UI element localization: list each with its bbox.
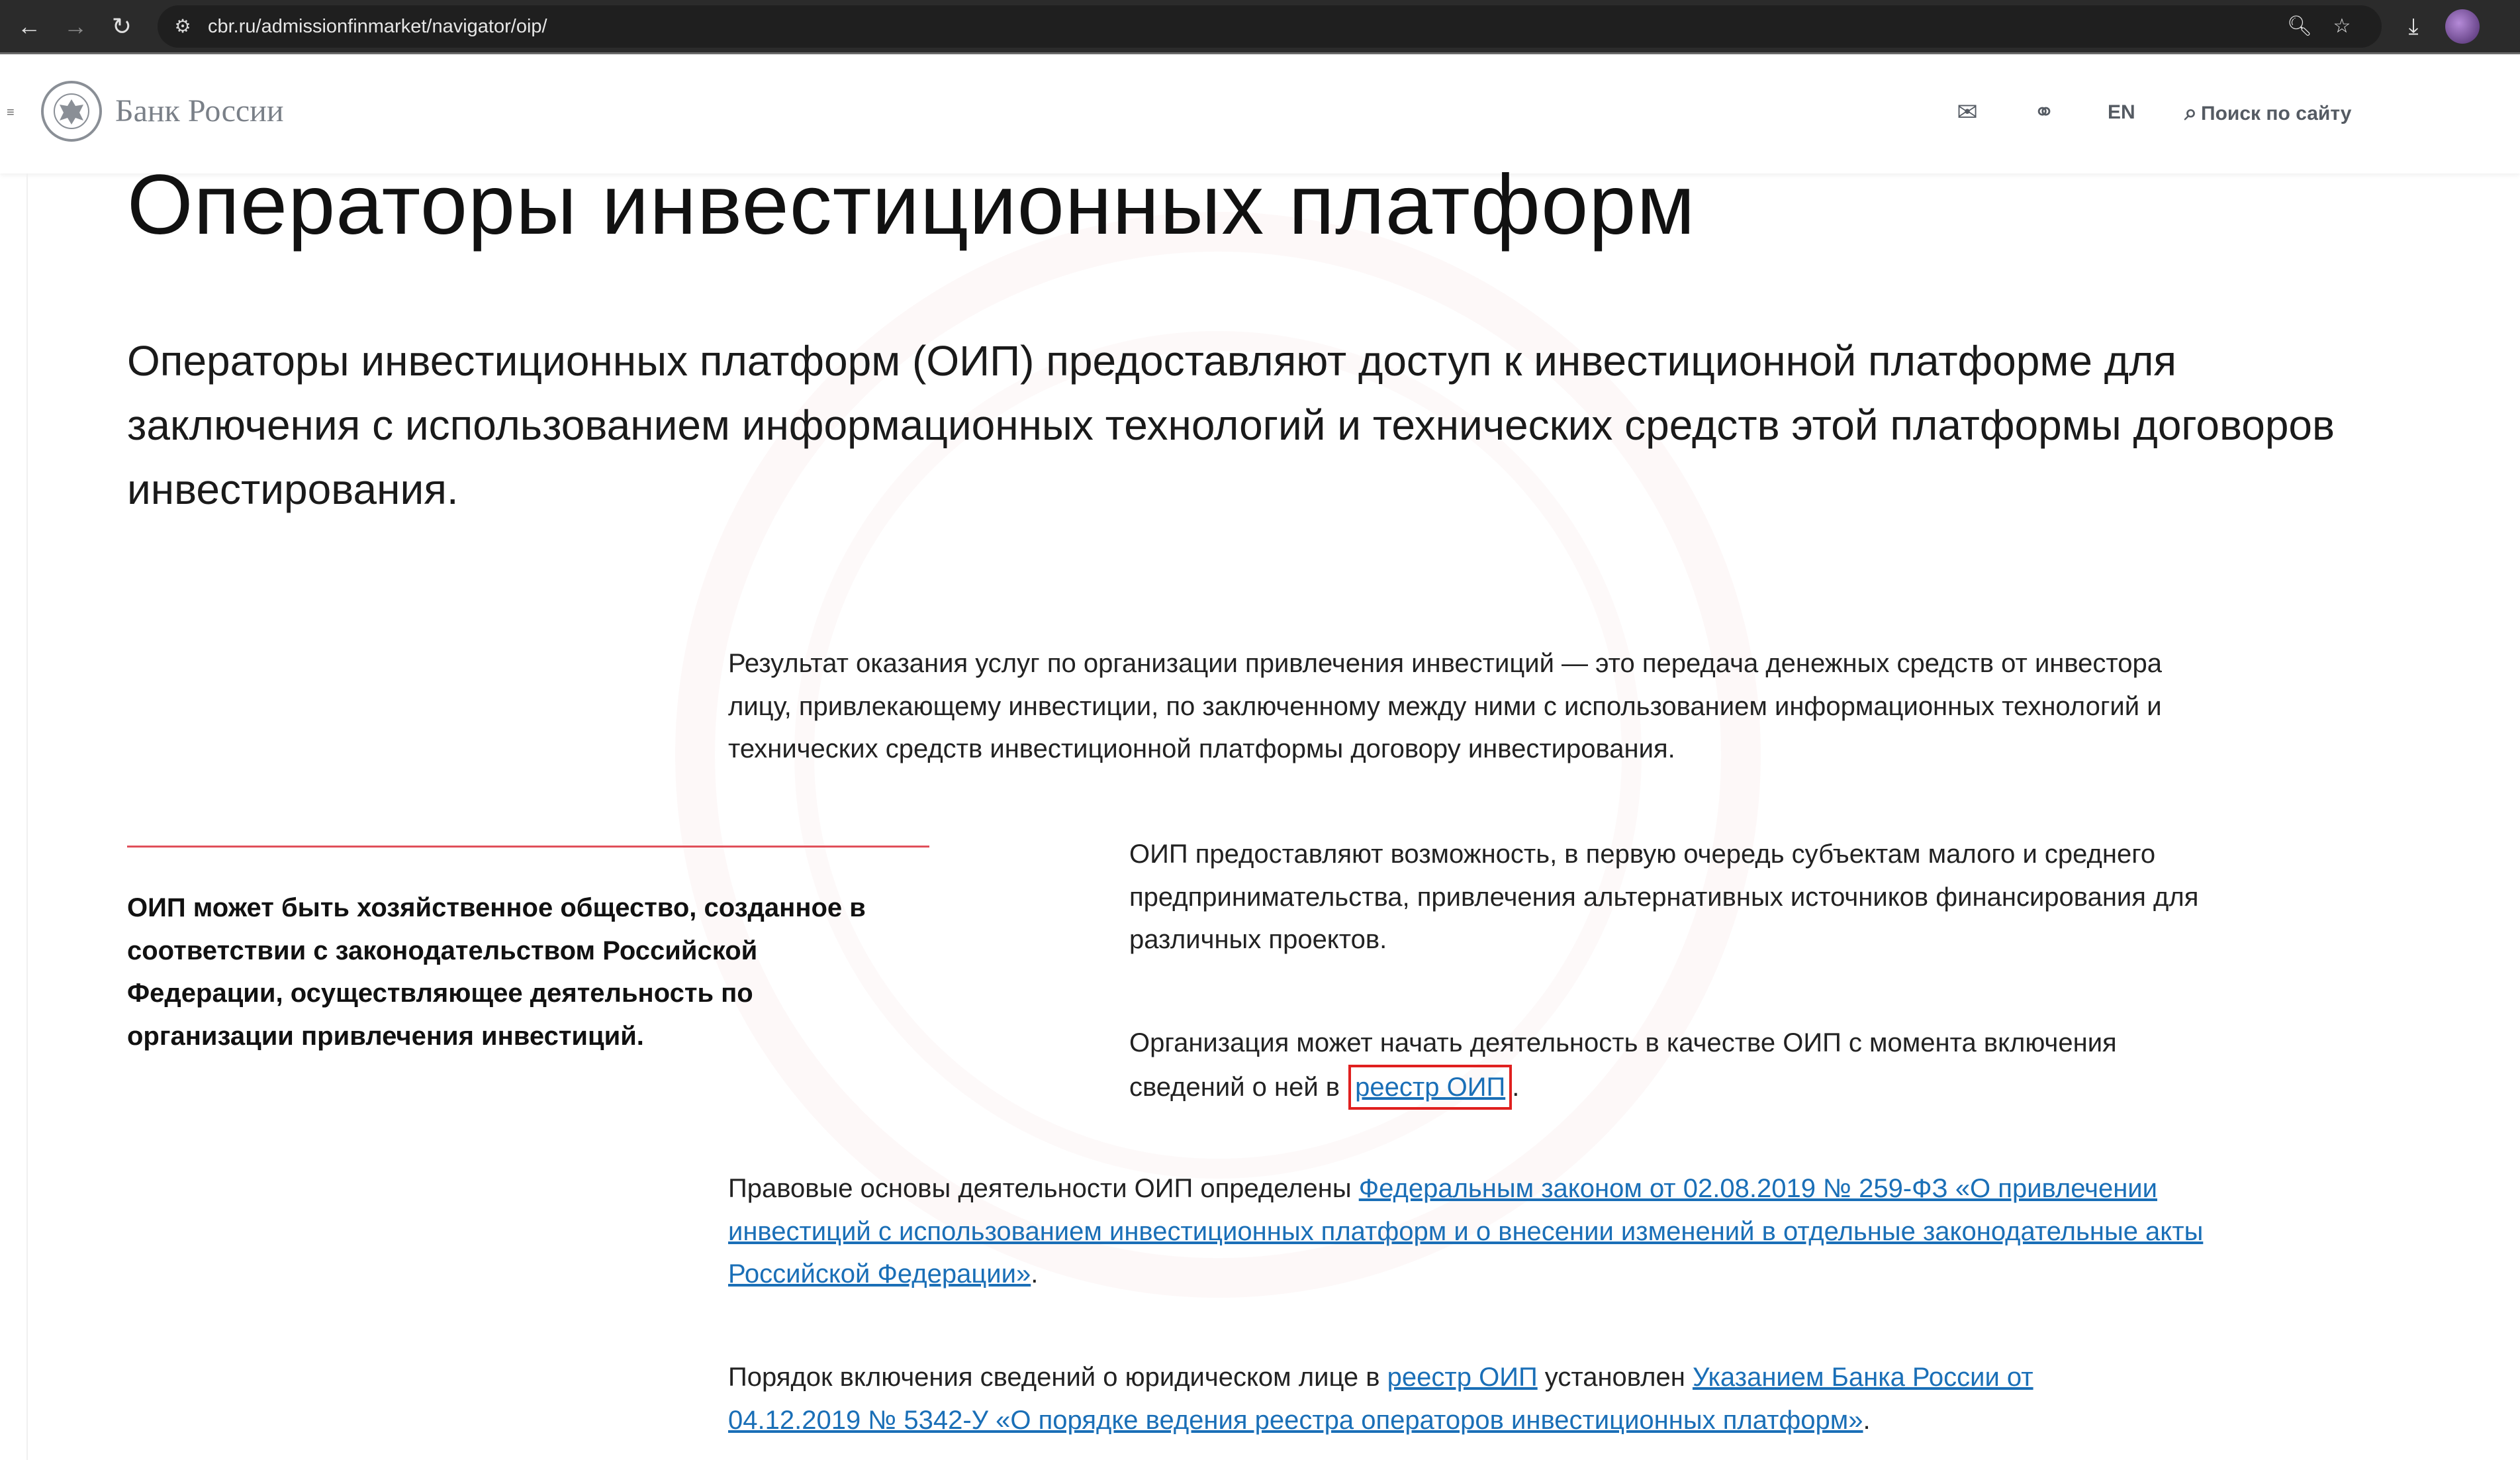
zoom-icon[interactable]: 🔍︎ [2286,13,2313,40]
paragraph-registry-text: Организация может начать деятельность в … [1129,1028,2117,1102]
procedure-end: . [1863,1405,1871,1435]
legal-basis-end: . [1031,1259,1039,1289]
registry-link[interactable]: реестр ОИП [1355,1073,1505,1102]
lead-paragraph: Операторы инвестиционных платформ (ОИП) … [127,337,2335,513]
bank-emblem-icon[interactable] [41,81,102,142]
highlighted-registry-link-box: реестр ОИП [1348,1064,1513,1110]
reload-icon[interactable]: ↻ [105,9,139,44]
procedure-mid-text: установлен [1537,1363,1693,1392]
page-title: Операторы инвестиционных платформ [127,158,1696,252]
paragraph-result: Результат оказания услуг по организации … [728,649,2163,763]
paragraph-opportunity: ОИП предоставляют возможность, в первую … [1129,840,2199,954]
left-divider [26,173,28,1460]
glasses-icon[interactable]: ⚭ [2026,94,2063,131]
address-url[interactable]: cbr.ru/admissionfinmarket/navigator/oip/ [208,5,547,48]
site-search-button[interactable]: ⌕ Поиск по сайту [2184,94,2352,131]
language-switch[interactable]: EN [2108,94,2135,131]
legal-basis-text: Правовые основы деятельности ОИП определ… [728,1174,1359,1203]
site-search-label: Поиск по сайту [2201,103,2352,124]
procedure-text: Порядок включения сведений о юридическом… [728,1363,1387,1392]
back-icon[interactable]: ← [12,9,46,44]
bookmark-star-icon[interactable]: ☆ [2329,13,2355,40]
paragraph-registry: Организация может начать деятельность в … [1129,1022,2215,1110]
callout-text: ОИП может быть хозяйственное общество, с… [127,893,866,1051]
profile-avatar[interactable] [2445,9,2480,44]
download-icon[interactable]: ⤓ [2395,8,2432,45]
menu-icon[interactable]: ≡ [7,106,15,119]
paragraph-registry-end: . [1512,1072,1520,1102]
forward-icon[interactable]: → [58,9,93,44]
browser-toolbar: ← → ↻ ⚙ cbr.ru/admissionfinmarket/naviga… [0,0,2520,54]
callout-accent-rule [127,846,929,848]
site-info-icon[interactable]: ⚙ [169,13,196,40]
address-bar[interactable]: ⚙ cbr.ru/admissionfinmarket/navigator/oi… [158,5,2382,48]
registry-link-2[interactable]: реестр ОИП [1387,1363,1538,1392]
paragraph-legal-basis: Правовые основы деятельности ОИП определ… [728,1167,2244,1296]
site-logo-text[interactable]: Банк России [115,89,284,134]
paragraph-procedure: Порядок включения сведений о юридическом… [728,1356,2118,1441]
search-icon: ⌕ [2184,100,2198,125]
mail-icon[interactable]: ✉ [1951,94,1983,131]
